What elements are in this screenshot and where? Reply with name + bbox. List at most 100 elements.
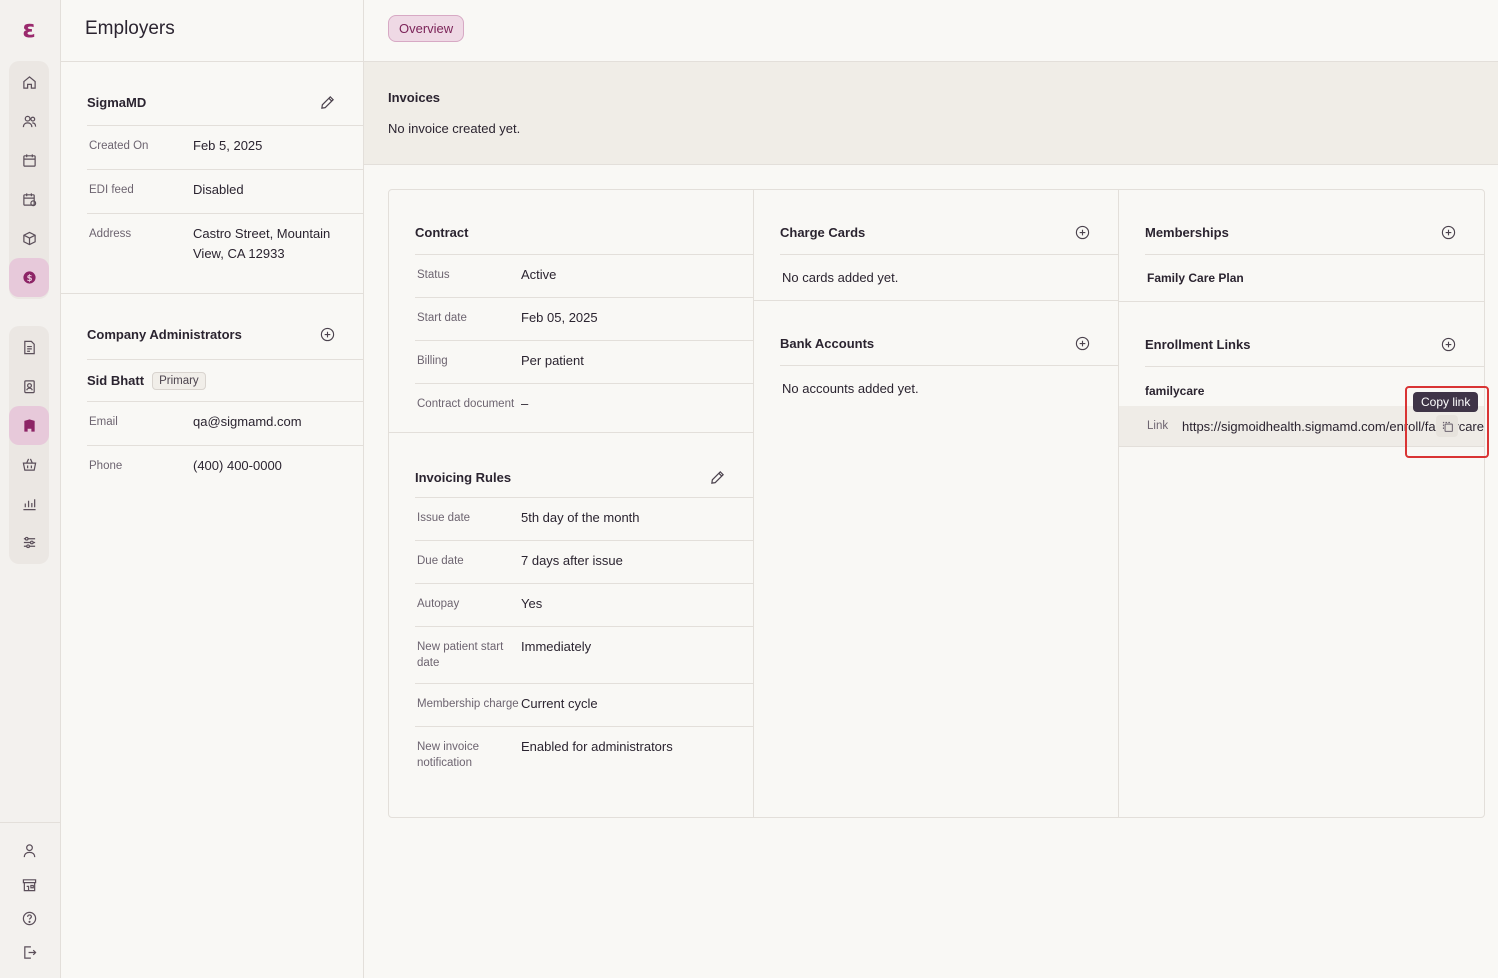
- field-value: –: [521, 396, 529, 411]
- rule-row: Issue date 5th day of the month: [415, 498, 753, 541]
- add-enrollment-link-plus-circle-icon[interactable]: [1440, 336, 1456, 352]
- detail-header: Employers: [61, 0, 363, 62]
- package-icon[interactable]: [9, 219, 49, 258]
- tab-overview[interactable]: Overview: [388, 15, 465, 42]
- field-value: qa@sigmamd.com: [193, 414, 302, 429]
- contract-title-row: Contract: [415, 190, 753, 255]
- add-account-plus-circle-icon[interactable]: [1074, 335, 1090, 351]
- enrollment-title-row: Enrollment Links: [1145, 302, 1484, 367]
- users-icon[interactable]: [9, 102, 49, 141]
- contract-row: Billing Per patient: [415, 341, 753, 384]
- add-admin-plus-circle-icon[interactable]: [319, 327, 335, 343]
- secondary-nav: [9, 326, 49, 564]
- admin-name: Sid Bhatt: [87, 373, 145, 388]
- help-icon[interactable]: [9, 901, 49, 935]
- add-membership-plus-circle-icon[interactable]: [1440, 224, 1456, 240]
- company-admins-section: Company Administrators Sid Bhatt Primary…: [61, 294, 363, 489]
- charge-cards-empty-text: No cards added yet.: [782, 270, 899, 285]
- bottom-nav: [0, 822, 61, 969]
- charge-cards-title-row: Charge Cards: [780, 190, 1118, 255]
- admin-name-row: Sid Bhatt Primary: [87, 360, 363, 402]
- memberships-title: Memberships: [1145, 224, 1229, 240]
- created-on-row: Created On Feb 5, 2025: [87, 126, 363, 170]
- payments-column: Charge Cards No cards added yet. Bank Ac…: [754, 190, 1119, 817]
- field-value: Feb 05, 2025: [521, 310, 598, 325]
- primary-badge: Primary: [152, 371, 206, 390]
- primary-nav: $: [9, 61, 49, 299]
- employer-name: SigmaMD: [87, 95, 147, 110]
- field-label: New invoice notification: [417, 741, 479, 769]
- invoices-section: Invoices No invoice created yet.: [364, 62, 1498, 165]
- enrollment-title: Enrollment Links: [1145, 336, 1251, 352]
- bank-accounts-title-row: Bank Accounts: [780, 301, 1118, 366]
- contract-card: Contract Status Active Start date Feb 05, …: [389, 190, 753, 432]
- rule-row: Due date 7 days after issue: [415, 541, 753, 584]
- calendar-icon[interactable]: [9, 141, 49, 180]
- sliders-icon[interactable]: [9, 523, 49, 562]
- edi-feed-row: EDI feed Disabled: [87, 170, 363, 214]
- field-value: Castro Street, Mountain View, CA 12933: [193, 226, 331, 261]
- bank-accounts-title: Bank Accounts: [780, 335, 875, 351]
- field-value: Per patient: [521, 353, 584, 368]
- rule-row: New invoice notification Enabled for admi…: [415, 727, 753, 783]
- document-icon[interactable]: [9, 328, 49, 367]
- svg-text:$: $: [26, 273, 32, 283]
- field-label: Autopay: [417, 598, 460, 610]
- highlight-box: [1405, 386, 1489, 458]
- edit-employer-pencil-icon[interactable]: [319, 95, 335, 111]
- field-label: Phone: [89, 460, 123, 472]
- admins-title-row: Company Administrators: [87, 294, 363, 360]
- field-value: Yes: [521, 596, 543, 611]
- tab-bar: Overview: [364, 0, 1498, 62]
- employer-info-section: SigmaMD Created On Feb 5, 2025 EDI feed …: [61, 62, 363, 277]
- field-label: New patient start date: [417, 641, 504, 669]
- address-row: Address Castro Street, Mountain View, CA…: [87, 214, 363, 277]
- admin-email-row: Email qa@sigmamd.com: [87, 402, 363, 446]
- page-title: Employers: [85, 18, 175, 39]
- field-label: Due date: [417, 555, 464, 567]
- chart-icon[interactable]: [9, 484, 49, 523]
- charge-cards-title: Charge Cards: [780, 224, 866, 240]
- store-icon[interactable]: [9, 867, 49, 901]
- field-value: 7 days after issue: [521, 553, 623, 568]
- nav-rail: ε $: [0, 0, 61, 978]
- invoicing-rules-title: Invoicing Rules: [415, 469, 512, 485]
- membership-plan-item[interactable]: Family Care Plan: [1145, 255, 1484, 301]
- app-logo[interactable]: ε: [17, 16, 41, 42]
- field-label: EDI feed: [89, 184, 134, 196]
- main-content: Overview Invoices No invoice created yet…: [364, 0, 1498, 978]
- invoicing-rules-card: Invoicing Rules Issue date 5th day of the…: [389, 433, 753, 783]
- user-icon[interactable]: [9, 833, 49, 867]
- field-label: Billing: [417, 355, 448, 367]
- logout-icon[interactable]: [9, 935, 49, 969]
- field-label: Contract document: [417, 398, 515, 410]
- charge-cards-card: Charge Cards No cards added yet.: [754, 190, 1118, 300]
- badge-icon[interactable]: [9, 367, 49, 406]
- bank-accounts-card: Bank Accounts No accounts added yet.: [754, 301, 1118, 411]
- invoicing-rules-title-row: Invoicing Rules: [415, 433, 753, 498]
- field-value: Enabled for administrators: [521, 739, 673, 754]
- field-value: Active: [521, 267, 557, 282]
- rule-row: New patient start date Immediately: [415, 627, 753, 684]
- admins-title: Company Administrators: [87, 327, 242, 342]
- employer-name-row: SigmaMD: [87, 62, 363, 126]
- contract-row: Start date Feb 05, 2025: [415, 298, 753, 341]
- home-icon[interactable]: [9, 63, 49, 102]
- calendar-check-icon[interactable]: [9, 180, 49, 219]
- field-value: Immediately: [521, 639, 592, 654]
- field-label: Membership charge: [417, 698, 519, 710]
- field-value: Current cycle: [521, 696, 598, 711]
- dollar-icon[interactable]: $: [9, 258, 49, 297]
- building-icon[interactable]: [9, 406, 49, 445]
- field-label: Email: [89, 416, 118, 428]
- invoices-empty-text: No invoice created yet.: [388, 121, 521, 136]
- overview-grid: Contract Status Active Start date Feb 05, …: [388, 189, 1485, 818]
- field-value: (400) 400-0000: [193, 458, 282, 473]
- field-label: Address: [89, 228, 132, 240]
- edit-invoicing-rules-pencil-icon[interactable]: [709, 469, 725, 485]
- add-card-plus-circle-icon[interactable]: [1074, 224, 1090, 240]
- rule-row: Membership charge Current cycle: [415, 684, 753, 727]
- memberships-column: Memberships Family Care Plan Enrollment …: [1119, 190, 1484, 817]
- field-label: Link: [1147, 420, 1169, 432]
- basket-icon[interactable]: [9, 445, 49, 484]
